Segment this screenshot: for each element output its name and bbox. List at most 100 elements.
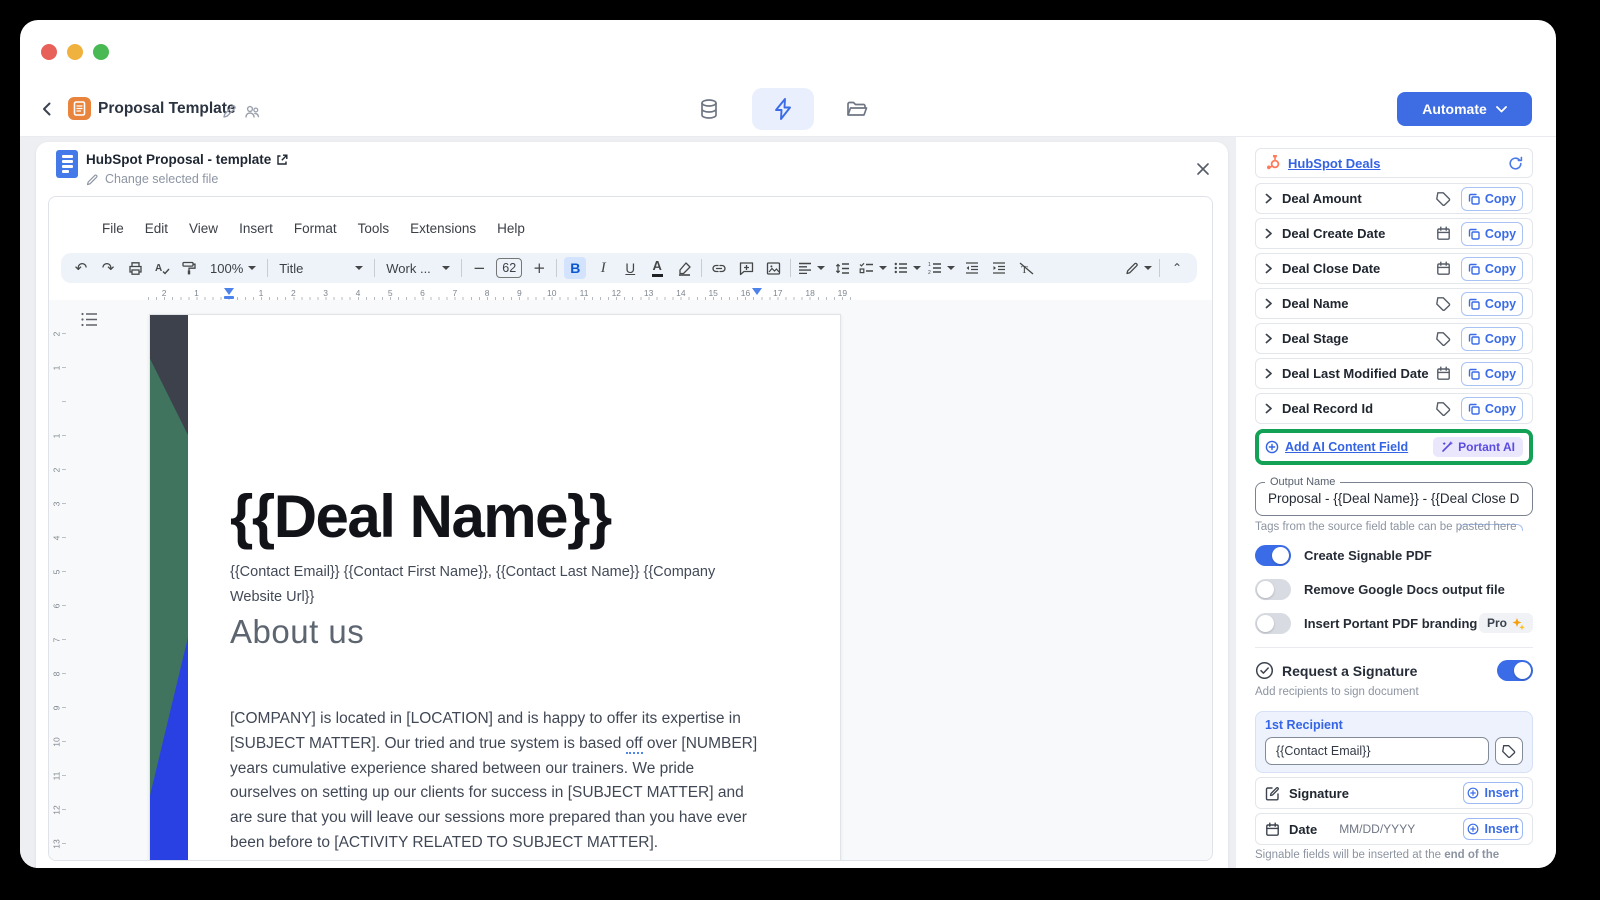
text-color-button[interactable]: A <box>652 259 663 276</box>
request-signature-toggle[interactable] <box>1497 660 1533 681</box>
copy-field-button[interactable]: Copy <box>1461 362 1523 386</box>
underline-button[interactable]: U <box>620 257 640 279</box>
expand-chevron-icon[interactable] <box>1265 403 1273 414</box>
redo-icon[interactable]: ↷ <box>98 257 118 279</box>
field-row[interactable]: Deal Create Date Copy <box>1255 218 1533 249</box>
ruler-number: 1 <box>49 362 74 375</box>
docs-menu-item[interactable]: Insert <box>236 221 276 236</box>
numbered-list-icon[interactable]: 12 <box>928 257 955 279</box>
expand-chevron-icon[interactable] <box>1265 263 1273 274</box>
clear-formatting-icon[interactable]: T <box>1016 257 1036 279</box>
expand-chevron-icon[interactable] <box>1265 368 1273 379</box>
spellcheck-icon[interactable]: A <box>152 257 172 279</box>
minimize-window-icon[interactable] <box>67 44 83 60</box>
align-icon[interactable] <box>798 257 825 279</box>
paint-format-icon[interactable] <box>179 257 199 279</box>
toggle-switch[interactable] <box>1255 545 1291 566</box>
doc-section-title[interactable]: About us <box>230 613 364 651</box>
italic-button[interactable]: I <box>593 257 613 279</box>
date-format-hint: MM/DD/YYYY <box>1339 822 1415 836</box>
recipient-email-input[interactable] <box>1265 737 1489 765</box>
toggle-switch[interactable] <box>1255 613 1291 634</box>
app-window: Proposal Template Automate HubSpot Propo… <box>20 20 1556 868</box>
automate-button[interactable]: Automate <box>1397 92 1532 126</box>
doc-body-paragraph[interactable]: [COMPANY] is located in [LOCATION] and i… <box>230 707 760 856</box>
font-select[interactable]: Work ... <box>382 261 454 276</box>
source-link[interactable]: HubSpot Deals <box>1288 156 1380 171</box>
tag-icon <box>1436 401 1451 416</box>
insert-field-button[interactable]: Insert <box>1463 782 1523 804</box>
insert-image-icon[interactable] <box>763 257 783 279</box>
copy-field-button[interactable]: Copy <box>1461 397 1523 421</box>
doc-heading[interactable]: {{Deal Name}} <box>230 483 611 551</box>
toggle-row: Remove Google Docs output file <box>1255 578 1533 600</box>
docs-menu-item[interactable]: Edit <box>142 221 171 236</box>
bold-button[interactable]: B <box>564 257 586 279</box>
field-row[interactable]: Deal Amount Copy <box>1255 183 1533 214</box>
share-users-icon[interactable] <box>244 103 261 120</box>
left-indent-marker[interactable] <box>224 288 234 299</box>
field-row[interactable]: Deal Record Id Copy <box>1255 393 1533 424</box>
toggle-switch[interactable] <box>1255 579 1291 600</box>
decrease-indent-icon[interactable] <box>962 257 982 279</box>
output-helper-text: Tags from the source field table can be … <box>1255 521 1533 533</box>
field-label: Deal Stage <box>1282 331 1348 346</box>
close-document-button[interactable] <box>1192 158 1214 180</box>
doc-contact-line[interactable]: {{Contact Email}} {{Contact First Name}}… <box>230 560 742 610</box>
docs-menu-item[interactable]: Format <box>291 221 340 236</box>
document-outline-icon[interactable] <box>81 312 98 327</box>
docs-menu-item[interactable]: View <box>186 221 221 236</box>
highlight-color-icon[interactable] <box>674 257 694 279</box>
field-row[interactable]: Deal Name Copy <box>1255 288 1533 319</box>
tab-source-data[interactable] <box>678 88 740 130</box>
font-size-input[interactable]: 62 <box>496 258 522 278</box>
copy-field-button[interactable]: Copy <box>1461 257 1523 281</box>
expand-chevron-icon[interactable] <box>1265 193 1273 204</box>
undo-icon[interactable]: ↶ <box>71 257 91 279</box>
document-title-link[interactable]: HubSpot Proposal - template <box>86 152 288 167</box>
tab-workflow[interactable] <box>752 88 814 130</box>
expand-chevron-icon[interactable] <box>1265 298 1273 309</box>
back-button[interactable] <box>34 96 60 122</box>
increase-font-icon[interactable]: + <box>529 257 549 279</box>
insert-tag-button[interactable] <box>1495 737 1523 765</box>
document-page[interactable]: {{Deal Name}} {{Contact Email}} {{Contac… <box>149 314 841 861</box>
increase-indent-icon[interactable] <box>989 257 1009 279</box>
refresh-icon[interactable] <box>1508 156 1523 171</box>
add-comment-icon[interactable] <box>736 257 756 279</box>
docs-menu-item[interactable]: Extensions <box>407 221 479 236</box>
maximize-window-icon[interactable] <box>93 44 109 60</box>
field-row[interactable]: Deal Close Date Copy <box>1255 253 1533 284</box>
copy-field-button[interactable]: Copy <box>1461 292 1523 316</box>
docs-menu-item[interactable]: Help <box>494 221 528 236</box>
field-row[interactable]: Deal Stage Copy <box>1255 323 1533 354</box>
tab-outputs[interactable] <box>826 88 888 130</box>
copy-field-button[interactable]: Copy <box>1461 327 1523 351</box>
decrease-font-icon[interactable]: − <box>469 257 489 279</box>
bulleted-list-icon[interactable] <box>894 257 921 279</box>
editing-mode-icon[interactable] <box>1125 257 1152 279</box>
rename-template-icon[interactable] <box>221 103 238 120</box>
checklist-icon[interactable] <box>859 257 887 279</box>
copy-field-button[interactable]: Copy <box>1461 187 1523 211</box>
add-ai-content-link[interactable]: Add AI Content Field <box>1265 440 1408 454</box>
docs-menu-item[interactable]: Tools <box>355 221 393 236</box>
close-window-icon[interactable] <box>41 44 57 60</box>
field-row[interactable]: Deal Last Modified Date Copy <box>1255 358 1533 389</box>
signature-pen-icon <box>1265 786 1280 801</box>
output-name-field[interactable]: Output Name Proposal - {{Deal Name}} - {… <box>1255 482 1533 516</box>
paragraph-style-select[interactable]: Title <box>275 261 367 276</box>
expand-chevron-icon[interactable] <box>1265 228 1273 239</box>
change-selected-file[interactable]: Change selected file <box>86 172 218 186</box>
right-indent-marker[interactable] <box>752 288 762 295</box>
insert-link-icon[interactable] <box>709 257 729 279</box>
copy-field-button[interactable]: Copy <box>1461 222 1523 246</box>
hide-menus-icon[interactable]: ⌃ <box>1167 257 1187 279</box>
expand-chevron-icon[interactable] <box>1265 333 1273 344</box>
docs-menu-item[interactable]: File <box>99 221 127 236</box>
zoom-select[interactable]: 100% <box>206 261 260 276</box>
signable-field-rows: Signature Insert Date MM/DD/YYYY Insert <box>1255 777 1533 849</box>
print-icon[interactable] <box>125 257 145 279</box>
line-spacing-icon[interactable] <box>832 257 852 279</box>
insert-field-button[interactable]: Insert <box>1463 818 1523 840</box>
